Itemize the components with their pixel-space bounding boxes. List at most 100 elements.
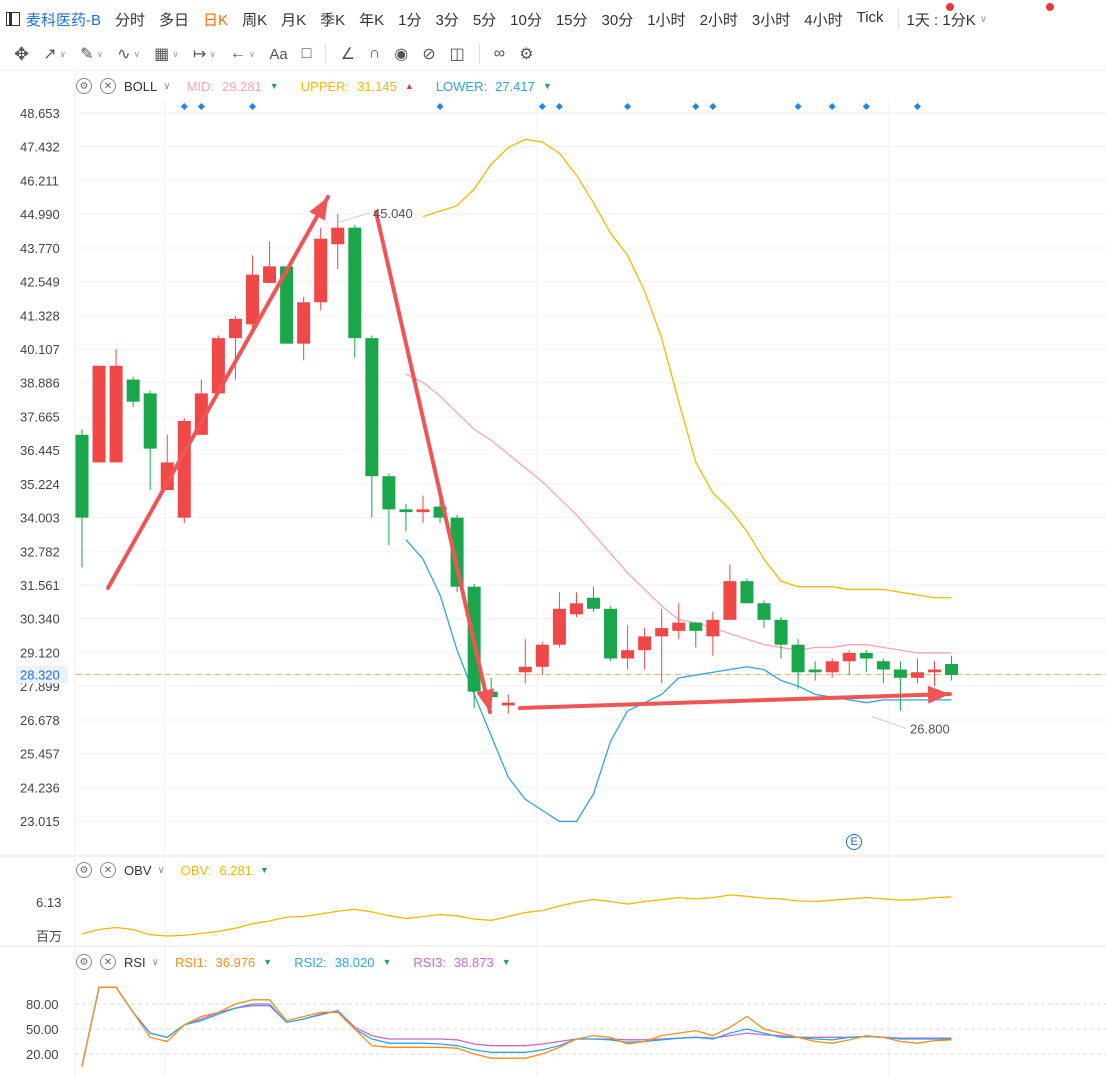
mid-label: MID: [186,78,215,94]
trend-flat-arrow-head [927,685,950,704]
chevron-down-icon[interactable]: ∨ [97,49,104,60]
comment-icon[interactable]: □ [302,45,312,63]
candle-body [723,581,737,620]
chart-canvas[interactable]: 48.653 47.432 46.211 44.990 43.770 42.549 41.3… [0,0,1106,1077]
wave-icon[interactable]: ∿ ∨ [117,44,140,64]
signal-dot [913,102,921,111]
chevron-down-icon[interactable]: ∨ [134,49,141,60]
interval-selector[interactable]: 1天 : 1分K [907,9,976,30]
price-tick-label: 25.457 [20,747,60,762]
candle-body [177,420,191,518]
close-icon[interactable]: ✕ [100,954,116,970]
signal-dot [624,102,632,111]
boll-bands [405,138,952,823]
price-tick-label: 35.224 [20,477,60,492]
text-tool-icon[interactable]: Aa [269,46,287,63]
price-tick-label: 44.990 [20,207,60,222]
trash-icon[interactable]: ◫ [450,44,465,64]
period-tab[interactable]: 分时 [115,9,145,30]
period-tab[interactable]: 月K [281,9,306,30]
polyline-icon[interactable]: ✎ ∨ [80,44,103,64]
price-tick-label: 26.678 [20,713,60,728]
chevron-down-icon[interactable]: ∨ [980,14,987,25]
mid-value: 29.281 [222,78,262,94]
period-tab[interactable]: 季K [320,9,345,30]
close-icon[interactable]: ✕ [100,862,116,878]
event-e-icon[interactable]: E [846,834,862,850]
rsi-tick-label: 80.00 [26,997,59,1012]
chevron-down-icon[interactable]: ∨ [157,865,164,876]
period-tab[interactable]: 多日 [159,9,189,30]
period-tab[interactable]: 3小时 [752,9,790,30]
candles [75,213,959,714]
down-triangle-icon: ▼ [542,81,552,91]
chevron-down-icon[interactable]: ∨ [163,81,170,92]
signal-dot [248,102,257,111]
period-tab[interactable]: 5分 [473,9,496,30]
candle-body [928,669,941,673]
gear-icon[interactable]: ⚙ [76,862,92,878]
period-tab[interactable]: 2小时 [700,9,738,30]
period-tab[interactable]: 1分 [398,9,421,30]
crosshair-move-icon[interactable]: ✥ [14,44,29,65]
settings-icon[interactable]: ⚙ [519,44,533,64]
link-icon[interactable]: ∞ [494,45,505,63]
candle-body [655,628,669,637]
indicator-name[interactable]: RSI [124,955,146,970]
angle-icon[interactable]: ∠ [340,44,354,64]
measure-icon[interactable]: ↦ ∨ [193,44,216,64]
fibonacci-icon[interactable]: ▦ ∨ [154,44,179,64]
rsi-tick-label: 50.00 [26,1022,59,1037]
lower-label: LOWER: [435,78,488,94]
price-tick-label: 46.211 [20,173,59,188]
indicator-name[interactable]: BOLL [124,79,157,94]
chevron-down-icon[interactable]: ∨ [209,49,216,60]
price-tick-label: 34.003 [20,511,60,526]
magnet-icon[interactable]: ∩ [369,45,381,63]
period-tab[interactable]: 10分 [510,9,542,30]
candle-body [740,581,754,604]
obv-value: 6.281 [219,862,252,878]
period-tab[interactable]: 4小时 [804,9,842,30]
candle-body [842,652,856,662]
candle-body [416,509,430,513]
close-icon[interactable]: ✕ [100,78,116,94]
hide-icon[interactable]: ⊘ [422,44,435,64]
rsi-pane: 80.00 50.00 20.00 [26,986,1106,1067]
sidebar-toggle-icon[interactable] [6,12,20,26]
period-tab[interactable]: 日K [203,9,228,30]
gear-icon[interactable]: ⚙ [76,78,92,94]
candle-body [893,669,907,678]
up-triangle-icon: ▲ [404,81,414,91]
chevron-down-icon[interactable]: ∨ [152,957,159,968]
chevron-down-icon[interactable]: ∨ [172,49,179,60]
rsi-tick-label: 20.00 [26,1047,59,1062]
candle-body [92,365,106,463]
signal-dots [180,102,921,111]
divider [897,9,899,29]
period-tab[interactable]: 1小时 [647,9,685,30]
period-tab[interactable]: 3分 [435,9,458,30]
period-tab[interactable]: 周K [242,9,267,30]
candle-body [160,462,174,491]
period-tab[interactable]: Tick [857,9,884,30]
period-tab[interactable]: 15分 [556,9,588,30]
price-axis: 48.653 47.432 46.211 44.990 43.770 42.549 41.3… [16,106,68,829]
indicator-name[interactable]: OBV [124,863,151,878]
period-tab[interactable]: 30分 [602,9,634,30]
candle-body [382,476,396,510]
chevron-down-icon[interactable]: ∨ [60,49,67,60]
symbol-name[interactable]: 麦科医药-B [26,9,101,30]
trend-up-arrow-head [309,197,328,221]
trend-line-icon[interactable]: ↗ ∨ [43,44,66,64]
gear-icon[interactable]: ⚙ [76,954,92,970]
period-tab[interactable]: 年K [359,9,384,30]
rsi1-value: 36.976 [215,954,256,970]
arrow-left-icon[interactable]: ← ∨ [230,45,256,63]
eye-icon[interactable]: ◉ [394,44,408,64]
price-tick-label: 37.665 [20,409,60,424]
signal-dot [180,102,188,111]
down-triangle-icon: ▼ [382,957,392,967]
chevron-down-icon[interactable]: ∨ [249,49,256,60]
obv-unit-label: 百万 [36,929,62,944]
